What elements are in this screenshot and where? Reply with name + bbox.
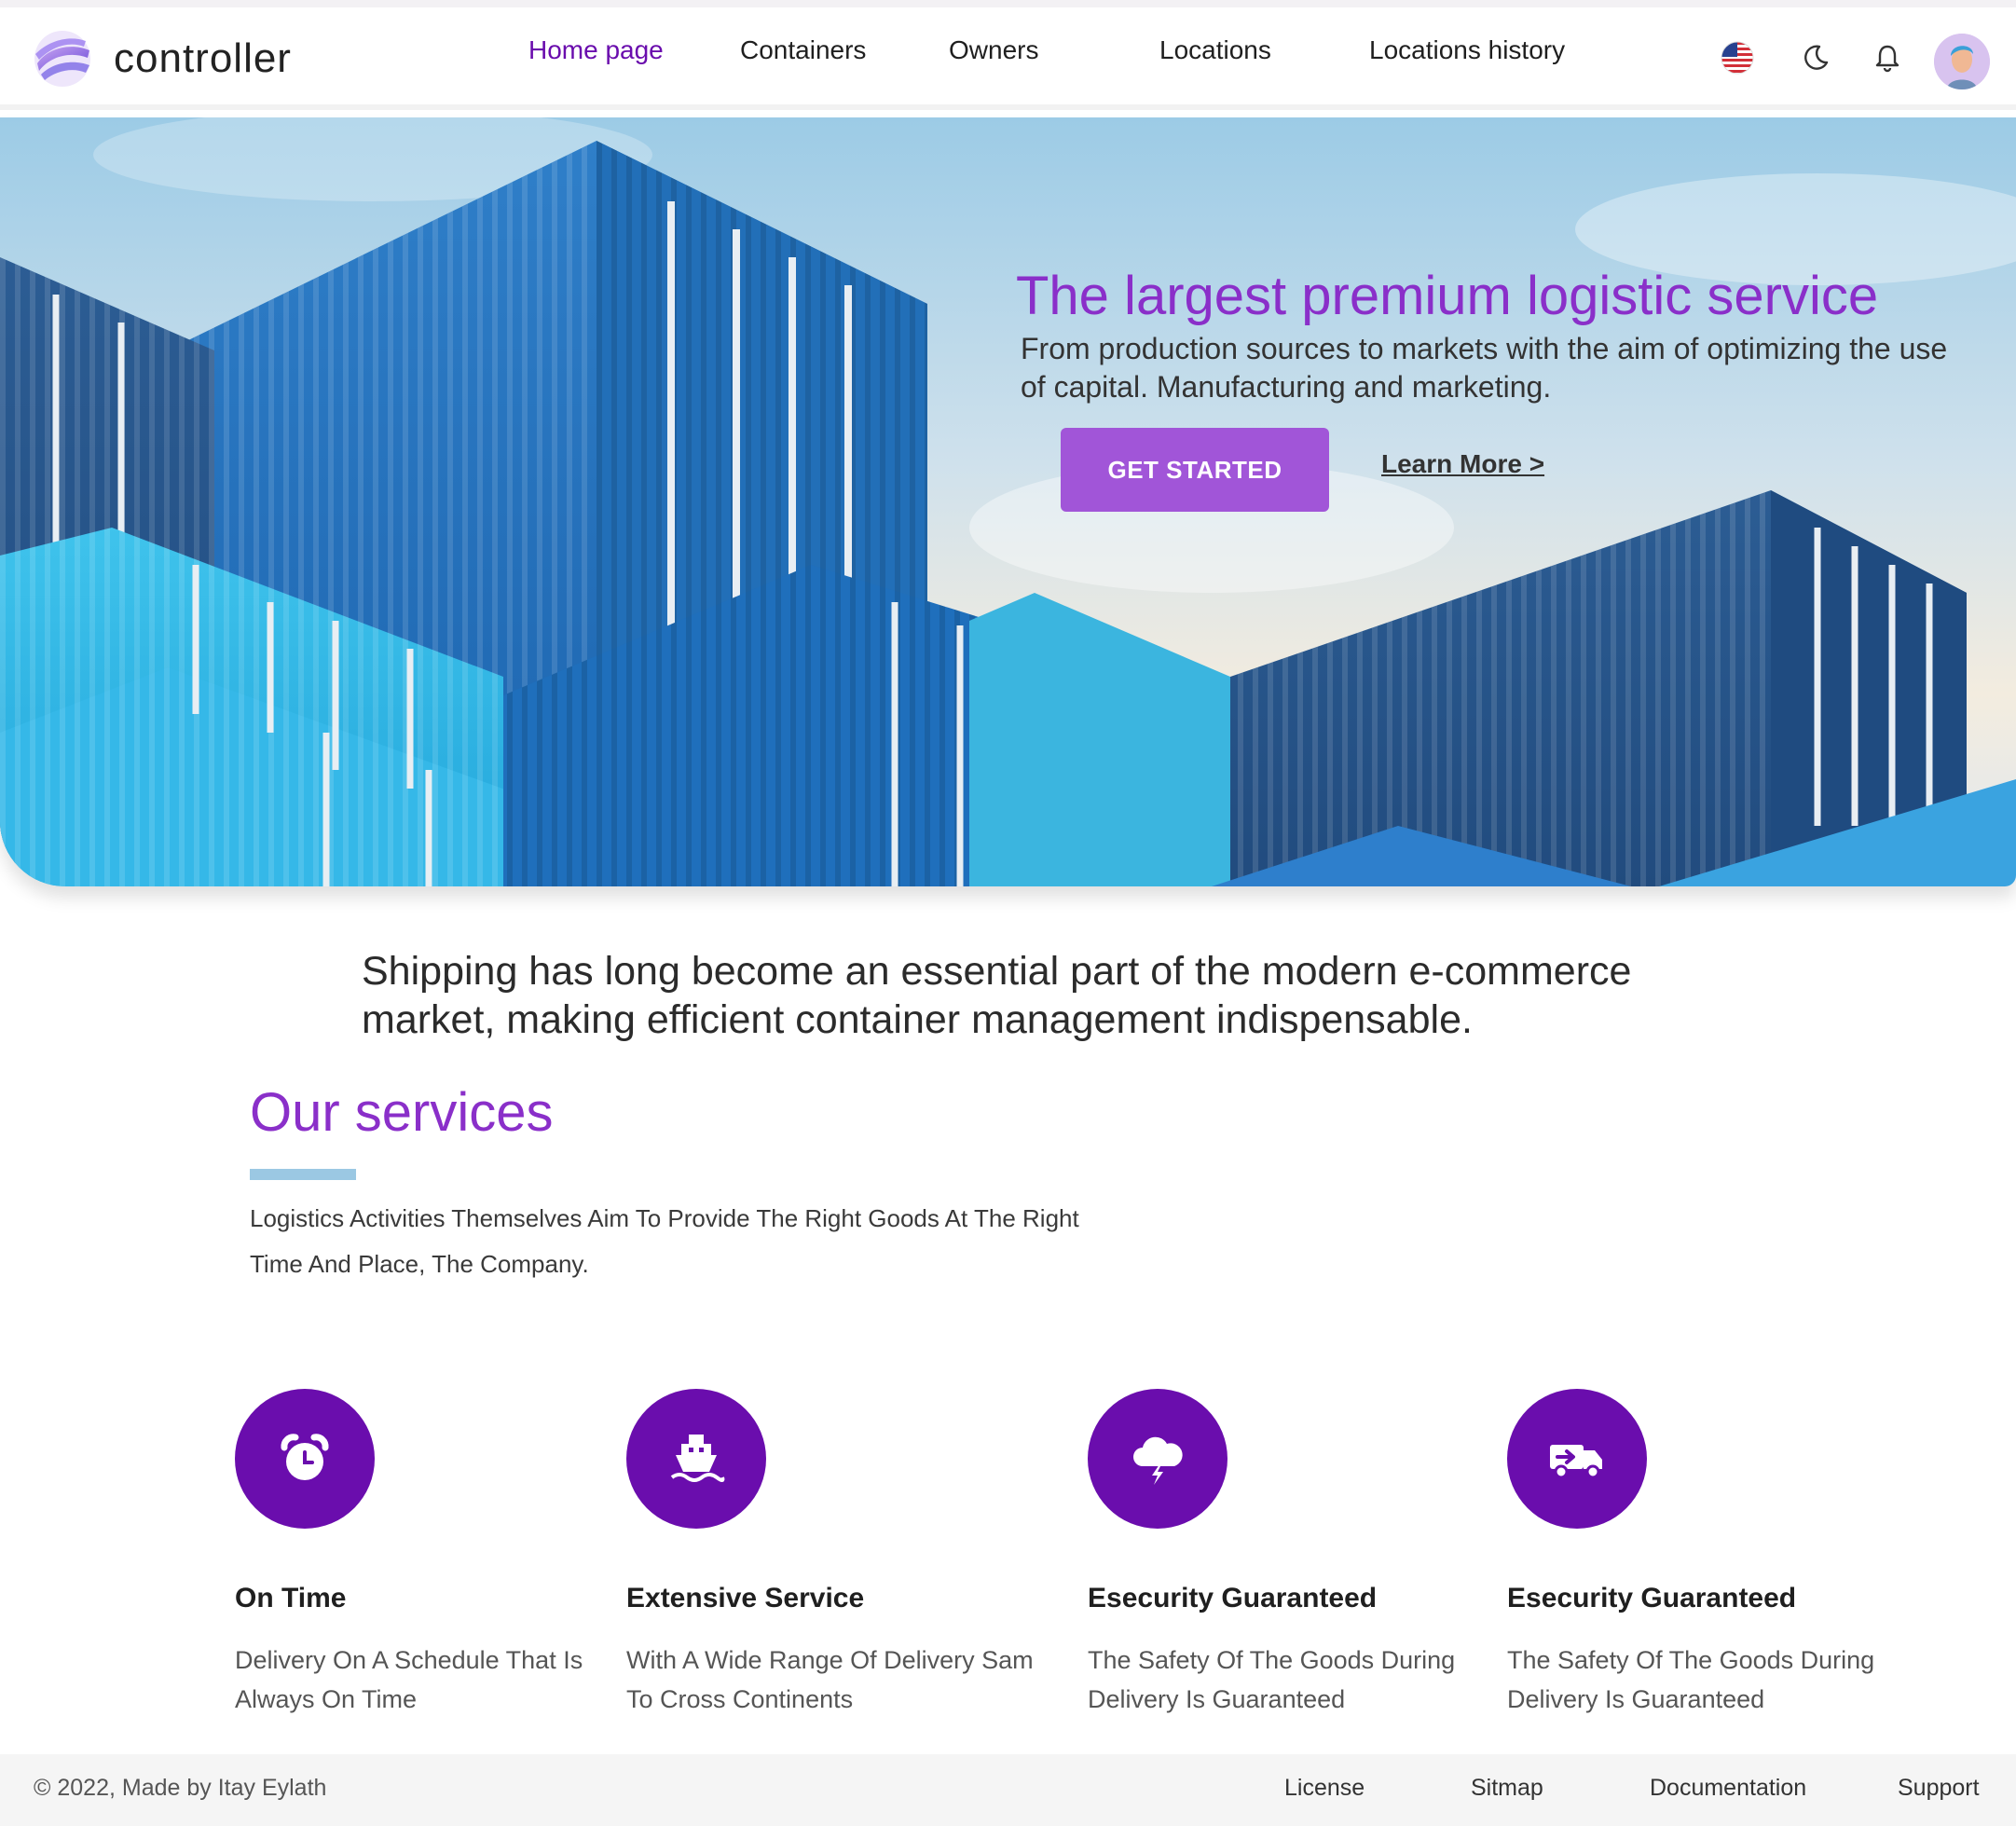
- card-title: Extensive Service: [626, 1583, 865, 1613]
- ship-icon: [626, 1389, 766, 1529]
- service-card-security-1: Esecurity Guaranteed The Safety Of The G…: [1088, 1389, 1498, 1719]
- service-card-extensive-service: Extensive Service With A Wide Range Of D…: [626, 1389, 1036, 1719]
- copyright-text: © 2022, Made by Itay Eylath: [34, 1775, 327, 1801]
- top-strip: [0, 0, 2016, 7]
- bell-icon[interactable]: [1868, 38, 1907, 77]
- services-title: Our services: [250, 1082, 554, 1143]
- service-card-on-time: On Time Delivery On A Schedule That Is A…: [235, 1389, 645, 1719]
- moon-icon[interactable]: [1796, 38, 1835, 77]
- hero-banner: The largest premium logistic service Fro…: [0, 117, 2016, 886]
- services-title-underline: [250, 1169, 356, 1180]
- brand-name: controller: [114, 35, 292, 81]
- card-title: Esecurity Guaranteed: [1088, 1583, 1378, 1613]
- brand[interactable]: controller: [32, 26, 292, 91]
- card-text: The Safety Of The Goods During Delivery …: [1507, 1646, 1875, 1713]
- avatar[interactable]: [1934, 34, 1990, 89]
- card-text: The Safety Of The Goods During Delivery …: [1088, 1646, 1456, 1713]
- nav-locations[interactable]: Locations: [1159, 35, 1271, 65]
- card-title: On Time: [235, 1583, 347, 1613]
- delivery-truck-icon: [1507, 1389, 1647, 1529]
- footer-link-sitemap[interactable]: Sitmap: [1471, 1775, 1543, 1802]
- storm-cloud-icon: [1088, 1389, 1227, 1529]
- card-title: Esecurity Guaranteed: [1507, 1583, 1797, 1613]
- footer: © 2022, Made by Itay Eylath License Sitm…: [0, 1754, 2016, 1826]
- nav-containers[interactable]: Containers: [740, 35, 866, 65]
- card-text: With A Wide Range Of Delivery Sam To Cro…: [626, 1646, 1034, 1713]
- top-navbar: controller Home page Containers Owners L…: [0, 7, 2016, 110]
- alarm-clock-icon: [235, 1389, 375, 1529]
- nav-home-page[interactable]: Home page: [528, 35, 664, 65]
- services-description: Logistics Activities Themselves Aim To P…: [250, 1204, 1079, 1278]
- us-flag-icon[interactable]: [1718, 38, 1757, 77]
- service-card-security-2: Esecurity Guaranteed The Safety Of The G…: [1507, 1389, 1917, 1719]
- nav-locations-history[interactable]: Locations history: [1369, 35, 1565, 65]
- hero-subtitle: From production sources to markets with …: [1021, 332, 1948, 404]
- hero-title: The largest premium logistic service: [1016, 266, 1879, 326]
- footer-link-support[interactable]: Support: [1898, 1775, 1980, 1802]
- hero-containers-image: [0, 117, 2016, 886]
- footer-link-license[interactable]: License: [1284, 1775, 1365, 1802]
- footer-link-documentation[interactable]: Documentation: [1650, 1775, 1806, 1802]
- intro-text: Shipping has long become an essential pa…: [362, 949, 1632, 1042]
- nav-owners[interactable]: Owners: [949, 35, 1038, 65]
- brand-logo-icon: [34, 31, 90, 87]
- get-started-button[interactable]: GET STARTED: [1061, 428, 1329, 512]
- learn-more-link[interactable]: Learn More >: [1381, 449, 1544, 479]
- card-text: Delivery On A Schedule That Is Always On…: [235, 1646, 583, 1713]
